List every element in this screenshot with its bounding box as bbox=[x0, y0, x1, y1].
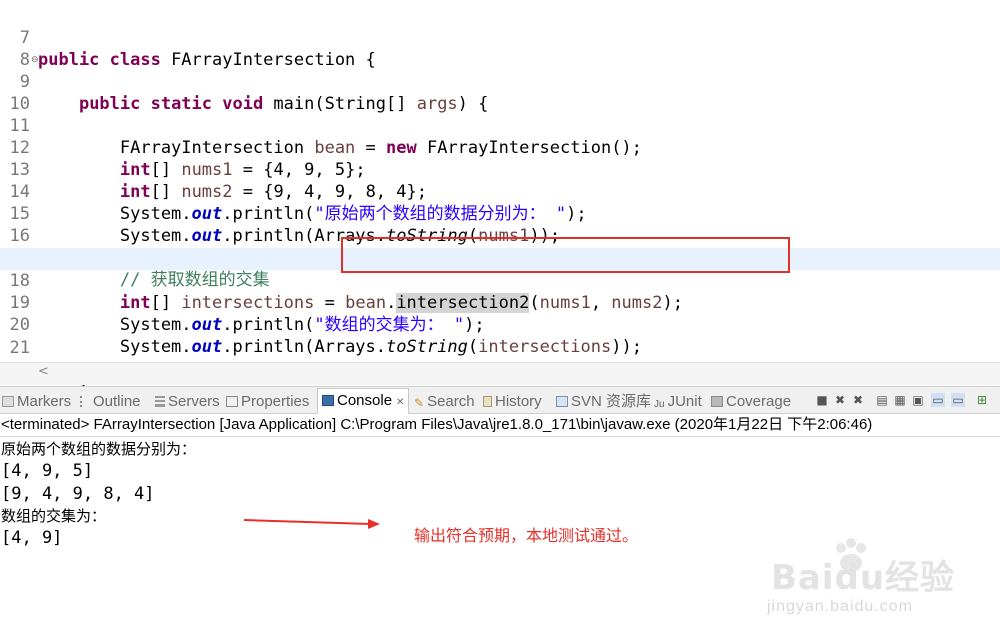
show-on-error-icon[interactable]: ▭ bbox=[951, 393, 965, 407]
open-console-icon[interactable]: ⊞ bbox=[975, 393, 989, 407]
properties-icon bbox=[226, 396, 238, 407]
console-output-line: [4, 9, 5] bbox=[1, 461, 94, 481]
code-editor[interactable]: 7 public class FArrayIntersection { 8 9 … bbox=[0, 0, 1000, 386]
code-line[interactable]: 22 } bbox=[0, 337, 1000, 386]
tab-markers[interactable]: Markers bbox=[2, 390, 71, 414]
close-icon[interactable]: ✕ bbox=[396, 397, 404, 408]
fold-toggle-icon[interactable]: ⊖ bbox=[31, 55, 39, 65]
code-line[interactable]: 10 bbox=[0, 71, 1000, 114]
code-line[interactable]: 11 FArrayIntersection bean = new FArrayI… bbox=[0, 93, 1000, 158]
scroll-lock-icon[interactable]: ▤ bbox=[875, 393, 889, 407]
console-status-header: <terminated> FArrayIntersection [Java Ap… bbox=[0, 414, 1000, 437]
baidu-watermark: Baidu经验 jingyan.baidu.com bbox=[745, 536, 995, 640]
tab-junit[interactable]: Ju JUnit bbox=[654, 390, 702, 414]
code-line[interactable]: 9 public static void main(String[] args)… bbox=[0, 49, 1000, 114]
outline-icon bbox=[80, 396, 90, 407]
tab-coverage[interactable]: Coverage bbox=[711, 390, 791, 414]
svn-icon bbox=[556, 396, 568, 407]
code-line[interactable]: 21 bbox=[0, 315, 1000, 358]
annotation-note: 输出符合预期，本地测试通过。 bbox=[414, 526, 639, 545]
tab-console[interactable]: Console ✕ bbox=[317, 388, 410, 414]
code-line[interactable]: 12 int[] nums1 = {4, 9, 5}; bbox=[0, 115, 1000, 180]
tab-outline[interactable]: Outline bbox=[80, 390, 141, 414]
code-line[interactable]: 20 System.out.println(Arrays.toString(in… bbox=[0, 292, 1000, 357]
console-icon bbox=[322, 395, 334, 406]
markers-icon bbox=[2, 396, 14, 407]
code-line[interactable]: 14 System.out.println("原始两个数组的数据分别为： "); bbox=[0, 159, 1000, 224]
annotation-highlight-box bbox=[341, 237, 790, 273]
tab-history[interactable]: History bbox=[483, 390, 542, 414]
console-output-line: [9, 4, 9, 8, 4] bbox=[1, 484, 155, 504]
coverage-icon bbox=[711, 396, 723, 407]
code-line[interactable]: 7 public class FArrayIntersection { bbox=[0, 5, 1000, 70]
code-line[interactable]: 16 System.out.println(Arrays.toString(nu… bbox=[0, 203, 1000, 268]
annotation-arrow bbox=[244, 519, 380, 529]
console-output-line: 数组的交集为： bbox=[1, 507, 107, 525]
console-output-line: [4, 9] bbox=[1, 528, 63, 548]
view-tab-bar: Markers Outline Servers Properties Conso… bbox=[0, 386, 1000, 414]
pin-console-icon[interactable]: ▣ bbox=[911, 393, 925, 407]
tab-search[interactable]: ✎ Search bbox=[414, 390, 475, 414]
remove-all-icon[interactable]: ✖ bbox=[851, 393, 865, 407]
stop-icon[interactable]: ■ bbox=[815, 393, 829, 407]
word-wrap-icon[interactable]: ▦ bbox=[893, 393, 907, 407]
console-output-line: 原始两个数组的数据分别为： bbox=[1, 440, 197, 458]
tab-properties[interactable]: Properties bbox=[226, 390, 309, 414]
remove-launch-icon[interactable]: ✖ bbox=[833, 393, 847, 407]
scroll-left-icon[interactable]: < bbox=[38, 364, 49, 379]
show-on-output-icon[interactable]: ▭ bbox=[931, 393, 945, 407]
servers-icon bbox=[155, 396, 165, 407]
tab-servers[interactable]: Servers bbox=[155, 390, 220, 414]
history-icon bbox=[483, 396, 492, 407]
search-icon: ✎ bbox=[414, 396, 425, 410]
code-line[interactable]: 15 System.out.println(Arrays.toString(nu… bbox=[0, 181, 1000, 246]
code-line[interactable]: 19 System.out.println("数组的交集为： "); bbox=[0, 270, 1000, 335]
code-line[interactable]: 13 int[] nums2 = {9, 4, 9, 8, 4}; bbox=[0, 137, 1000, 202]
tab-svn[interactable]: SVN 资源库 bbox=[556, 390, 651, 414]
code-line[interactable]: 8 bbox=[0, 27, 1000, 70]
watermark-url: jingyan.baidu.com bbox=[767, 598, 913, 615]
junit-icon: Ju bbox=[654, 399, 665, 410]
horizontal-scrollbar[interactable]: < bbox=[0, 362, 1000, 385]
watermark-logo-text: Baidu经验 bbox=[771, 558, 956, 598]
